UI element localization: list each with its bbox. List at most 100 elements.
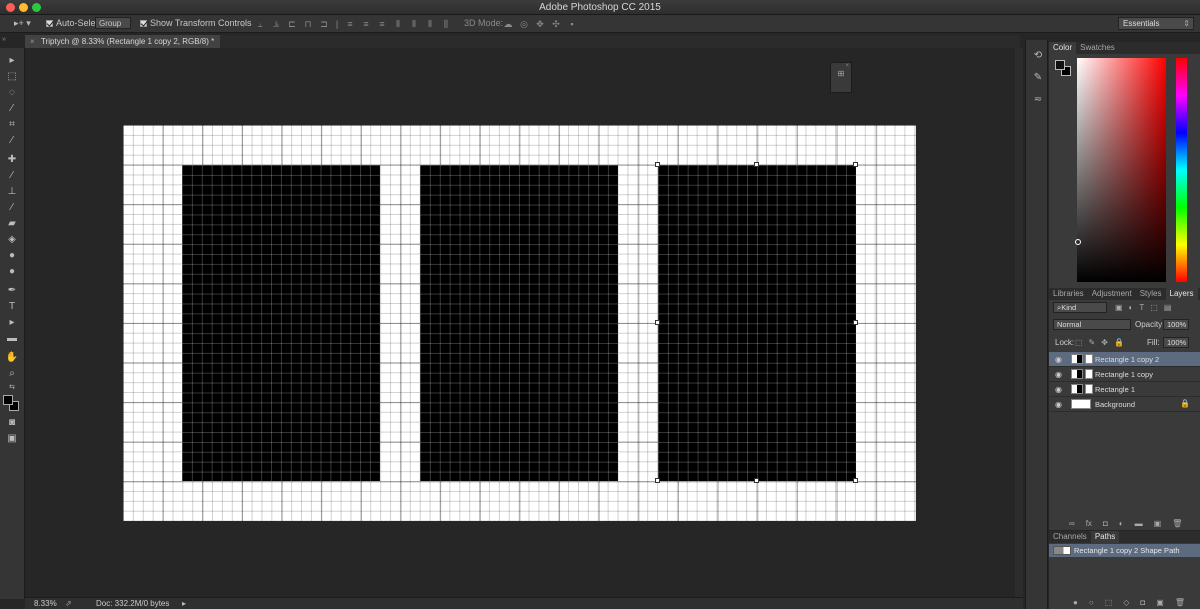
marquee-tool-icon[interactable]: ⬚ [5, 71, 19, 83]
vertical-scrollbar[interactable] [1015, 48, 1023, 599]
adjustment-layer-icon[interactable]: ◐ [1119, 519, 1124, 528]
tab-paths[interactable]: Paths [1090, 531, 1120, 543]
close-tab-icon[interactable]: × [30, 35, 35, 48]
new-layer-icon[interactable]: ▣ [1154, 519, 1162, 528]
paint-bucket-tool-icon[interactable]: ◈ [5, 234, 19, 246]
dodge-tool-icon[interactable]: ● [5, 266, 19, 278]
blur-tool-icon[interactable]: ● [5, 250, 19, 262]
crop-tool-icon[interactable]: ⌗ [5, 119, 19, 131]
rectangle-1-copy[interactable] [420, 165, 618, 481]
layer-row[interactable]: ◉ Rectangle 1 copy 2 [1049, 352, 1200, 367]
distribute-hcenter-icon[interactable]: ⦀ [406, 18, 422, 30]
align-vcenter-icon[interactable]: ⫠ [252, 18, 268, 30]
fill-path-icon[interactable]: ● [1073, 598, 1078, 607]
tab-styles[interactable]: Styles [1136, 288, 1166, 300]
share-icon[interactable]: ⇗ [65, 599, 72, 608]
distribute-right-icon[interactable]: ⦀ [422, 18, 438, 30]
align-bottom-icon[interactable]: ⫡ [268, 18, 284, 30]
history-icon[interactable]: ⟲ [1031, 50, 1045, 64]
hue-slider[interactable] [1176, 58, 1187, 282]
clone-stamp-tool-icon[interactable]: ⊥ [5, 186, 19, 198]
healing-brush-tool-icon[interactable]: ✚ [5, 154, 19, 166]
layer-row[interactable]: ◉ Background 🔒 [1049, 397, 1200, 412]
tab-layers[interactable]: Layers [1165, 288, 1198, 300]
swap-colors-icon[interactable]: ⇆ [5, 382, 19, 394]
filter-kind-dropdown[interactable]: ⌕Kind [1053, 302, 1107, 313]
layer-style-icon[interactable]: fx [1086, 519, 1092, 528]
rectangle-tool-icon[interactable]: ▬ [5, 333, 19, 345]
visibility-eye-icon[interactable]: ◉ [1055, 400, 1062, 409]
scale-3d-icon[interactable]: ▪ [564, 18, 580, 30]
transform-handle[interactable] [754, 478, 759, 483]
link-layers-icon[interactable]: ∞ [1069, 519, 1075, 528]
screen-mode-icon[interactable]: ▣ [5, 433, 19, 445]
history-brush-tool-icon[interactable]: ∕ [5, 202, 19, 214]
layer-row[interactable]: ◉ Rectangle 1 copy [1049, 367, 1200, 382]
align-left-icon[interactable]: ⊏ [284, 18, 300, 30]
align-hcenter-icon[interactable]: ⊓ [300, 18, 316, 30]
rectangle-1-copy-2[interactable] [658, 165, 856, 481]
distribute-top-icon[interactable]: ≡ [342, 18, 358, 30]
lock-options-icons[interactable]: ⬚✎✥🔒 [1075, 338, 1130, 347]
add-mask-icon[interactable]: ◘ [1140, 598, 1145, 607]
properties-icon[interactable]: ⊞ [831, 69, 851, 78]
hand-tool-icon[interactable]: ✋ [5, 352, 19, 364]
zoom-tool-icon[interactable]: ⌕ [5, 368, 19, 380]
transform-handle[interactable] [754, 162, 759, 167]
workspace-switcher[interactable]: Essentials ⇕ [1118, 17, 1194, 30]
tab-channels[interactable]: Channels [1049, 531, 1091, 543]
blend-mode-dropdown[interactable]: Normal [1053, 319, 1131, 330]
new-path-icon[interactable]: ▣ [1156, 598, 1164, 607]
status-menu-arrow-icon[interactable]: ▸ [182, 599, 186, 608]
eyedropper-tool-icon[interactable]: ⁄ [5, 135, 19, 147]
new-group-icon[interactable]: ▬ [1135, 519, 1143, 528]
brush-tool-icon[interactable]: ∕ [5, 170, 19, 182]
zoom-level[interactable]: 8.33% [34, 599, 57, 608]
collapsed-panel[interactable]: × ⊞ [830, 62, 852, 93]
align-right-icon[interactable]: ⊐ [316, 18, 332, 30]
roll-3d-icon[interactable]: ◎ [516, 18, 532, 30]
foreground-color-chip[interactable] [1055, 60, 1065, 70]
fill-field[interactable]: 100% [1163, 337, 1189, 348]
transform-handle[interactable] [655, 320, 660, 325]
foreground-color-swatch[interactable] [3, 395, 13, 405]
tab-color[interactable]: Color [1049, 42, 1077, 54]
pen-tool-icon[interactable]: ✒ [5, 285, 19, 297]
delete-layer-icon[interactable]: 🗑 [1172, 519, 1182, 528]
make-work-path-icon[interactable]: ◇ [1123, 598, 1129, 607]
align-top-icon[interactable]: ⫟ [236, 18, 252, 30]
transform-handle[interactable] [655, 478, 660, 483]
move-tool-preset-icon[interactable]: ▸+ ▾ [14, 18, 36, 30]
eraser-tool-icon[interactable]: ▰ [5, 218, 19, 230]
transform-handle[interactable] [655, 162, 660, 167]
document-canvas[interactable] [123, 125, 916, 521]
tab-libraries[interactable]: Libraries [1049, 288, 1088, 300]
quick-selection-tool-icon[interactable]: ⁄ [5, 103, 19, 115]
delete-path-icon[interactable]: 🗑 [1175, 598, 1185, 607]
load-selection-icon[interactable]: ⬚ [1105, 598, 1113, 607]
canvas-area[interactable]: × ⊞ [25, 48, 1020, 599]
visibility-eye-icon[interactable]: ◉ [1055, 355, 1062, 364]
brush-presets-icon[interactable]: ✎ [1031, 72, 1045, 86]
auto-select-dropdown[interactable]: Group [95, 17, 131, 29]
lasso-tool-icon[interactable]: ◌ [5, 87, 19, 99]
transform-handle[interactable] [853, 162, 858, 167]
orbit-3d-icon[interactable]: ☁ [500, 18, 516, 30]
visibility-eye-icon[interactable]: ◉ [1055, 385, 1062, 394]
path-selection-tool-icon[interactable]: ▸ [5, 317, 19, 329]
type-tool-icon[interactable]: T [5, 301, 19, 313]
pan-3d-icon[interactable]: ✥ [532, 18, 548, 30]
collapse-toolbar-icon[interactable]: » [2, 36, 6, 43]
tab-swatches[interactable]: Swatches [1076, 42, 1119, 54]
transform-handle[interactable] [853, 478, 858, 483]
color-spectrum-field[interactable] [1077, 58, 1166, 282]
stroke-path-icon[interactable]: ○ [1089, 598, 1094, 607]
opacity-field[interactable]: 100% [1163, 319, 1189, 330]
adjustments-icon[interactable]: ≂ [1031, 94, 1045, 108]
rectangle-1[interactable] [182, 165, 380, 481]
path-row[interactable]: Rectangle 1 copy 2 Shape Path [1049, 544, 1200, 557]
transform-handle[interactable] [853, 320, 858, 325]
visibility-eye-icon[interactable]: ◉ [1055, 370, 1062, 379]
color-picker-ring[interactable] [1075, 239, 1081, 245]
move-tool-icon[interactable]: ▸ [5, 55, 19, 67]
